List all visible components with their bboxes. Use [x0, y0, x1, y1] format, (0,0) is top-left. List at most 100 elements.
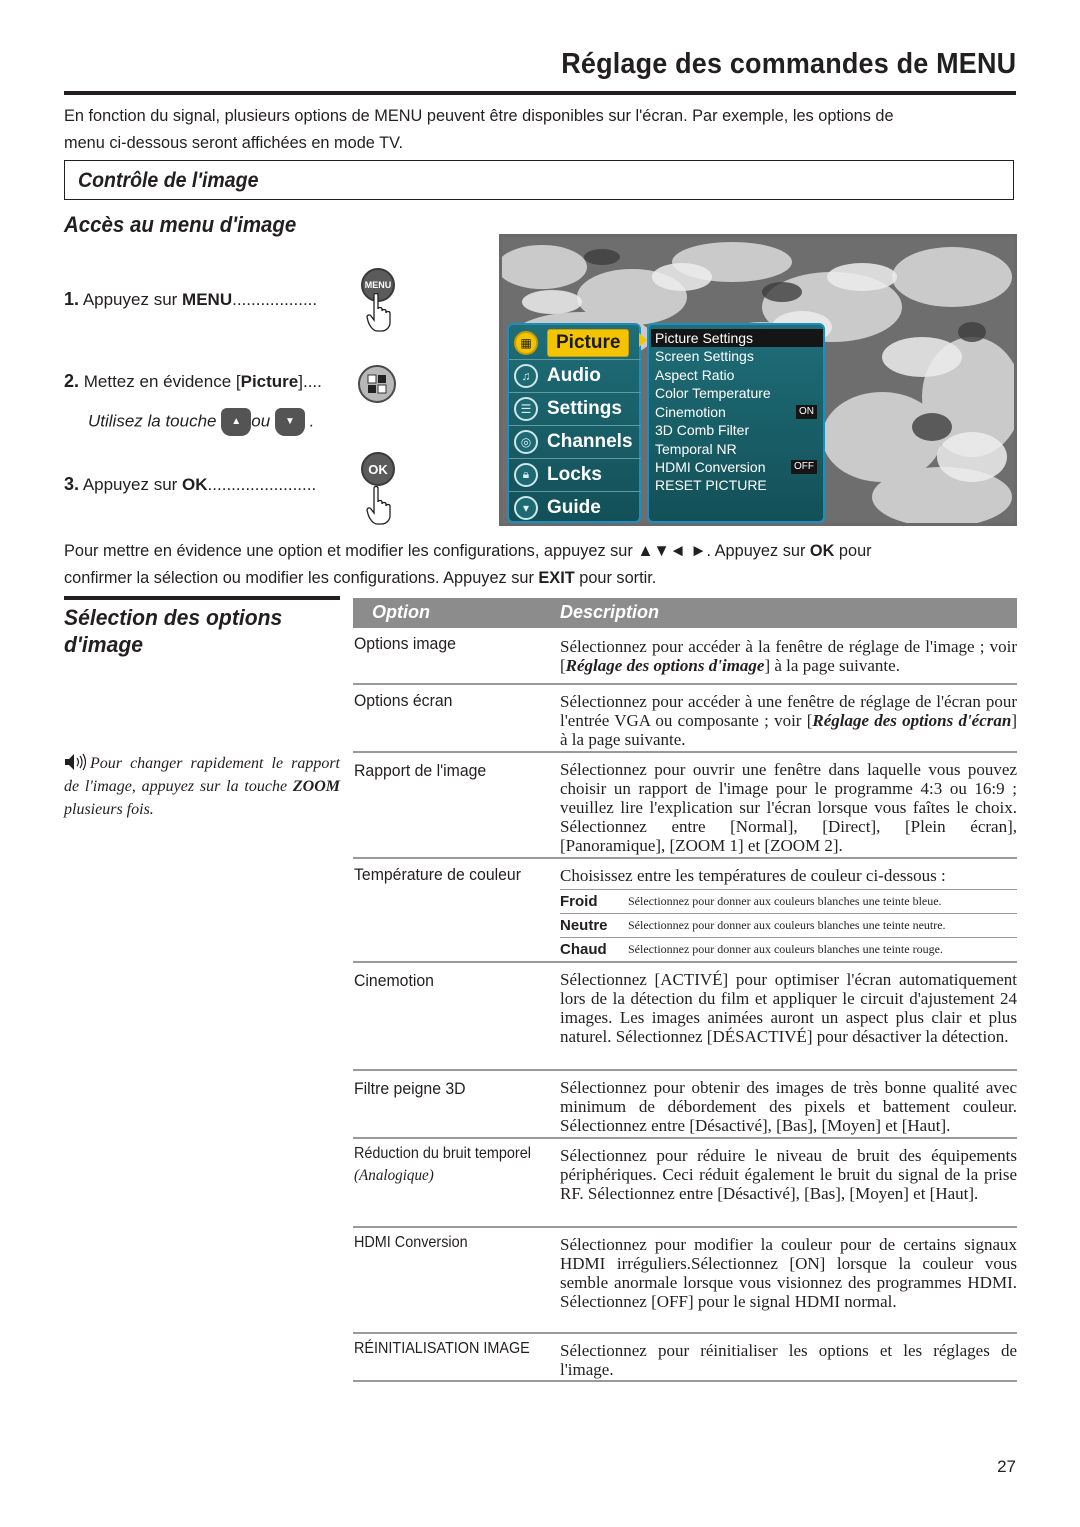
tv-submenu-item[interactable]: RESET PICTURE — [655, 476, 821, 494]
step-keyword: MENU — [182, 290, 233, 309]
tv-menu-item-guide[interactable]: ▾ Guide — [509, 491, 641, 523]
option-name: Rapport de l'image — [354, 761, 487, 780]
table-row: RÉINITIALISATION IMAGE Sélectionnez pour… — [353, 1334, 1017, 1382]
zoom-tip-note: Pour changer rapidement le rapport de l'… — [64, 752, 340, 821]
option-name: Température de couleur — [354, 865, 521, 884]
lock-icon: 🔒︎ — [514, 462, 538, 487]
pointing-hand-icon — [366, 486, 391, 525]
instruction-line: Pour mettre en évidence une option et mo… — [64, 537, 978, 564]
page-title: Réglage des commandes de MENU — [560, 48, 1016, 80]
step-number: 3. — [64, 474, 80, 494]
tv-submenu-item[interactable]: HDMI Conversion OFF — [655, 458, 821, 476]
tv-main-menu: ▦ Picture ♫ Audio ☰ Settings ◎ Channels … — [507, 323, 641, 523]
step-number: 1. — [64, 289, 80, 309]
picture-icon: ▦ — [514, 330, 538, 355]
pointing-hand-icon — [366, 293, 391, 332]
instruction-text: confirmer la sélection ou modifier les c… — [64, 568, 539, 587]
tv-menu-item-picture[interactable]: ▦ Picture — [509, 326, 641, 360]
step-1: 1. Appuyez sur MENU.................. — [64, 289, 317, 310]
color-temp-option: Neutre Sélectionnez pour donner aux coule… — [560, 913, 1017, 937]
step-text: Appuyez sur — [82, 290, 183, 309]
navigation-instructions: Pour mettre en évidence une option et mo… — [64, 537, 978, 591]
tv-menu-item-settings[interactable]: ☰ Settings — [509, 392, 641, 426]
guide-icon: ▾ — [514, 495, 538, 520]
hint-or: ou — [251, 411, 271, 431]
table-row: Options écran Sélectionnez pour accéder … — [353, 685, 1017, 753]
option-description: Sélectionnez pour modifier la couleur po… — [560, 1235, 1017, 1311]
tv-submenu-label: RESET PICTURE — [655, 477, 767, 493]
ok-button-icon: OK — [361, 452, 395, 486]
tv-submenu-label: Picture Settings — [655, 330, 754, 346]
instruction-text: Pour mettre en évidence une option et mo… — [64, 541, 810, 560]
navigation-button-icon — [358, 365, 396, 403]
title-divider — [64, 91, 1016, 95]
option-name: RÉINITIALISATION IMAGE — [354, 1340, 530, 1357]
audio-icon: ♫ — [514, 363, 538, 388]
option-name: HDMI Conversion — [354, 1234, 468, 1251]
tv-menu-item-label: Picture — [547, 328, 630, 357]
step-3: 3. Appuyez sur OK....................... — [64, 474, 316, 495]
table-header: Option Description — [353, 598, 1017, 628]
tv-submenu-item[interactable]: Color Temperature — [655, 384, 821, 402]
option-name: Options image — [354, 634, 456, 653]
tv-menu-item-label: Audio — [547, 364, 601, 386]
cross-reference: Réglage des options d'écran — [812, 711, 1012, 730]
step-text: Mettez en évidence [ — [83, 372, 241, 391]
tv-submenu-label: Aspect Ratio — [655, 367, 735, 383]
settings-icon: ☰ — [514, 396, 538, 421]
color-temp-option: Chaud Sélectionnez pour donner aux couleu… — [560, 937, 1017, 961]
section-title: Contrôle de l'image — [78, 169, 259, 192]
option-description: Sélectionnez pour accéder à une fenêtre … — [560, 685, 1017, 755]
table-row: Température de couleur Choisissez entre … — [353, 859, 1017, 963]
table-row: Options image Sélectionnez pour accéder … — [353, 628, 1017, 685]
color-temp-option: Froid Sélectionnez pour donner aux couleu… — [560, 889, 1017, 913]
options-table: Option Description Options image Sélecti… — [353, 598, 1017, 1382]
step-keyword: Picture — [240, 372, 299, 391]
selection-heading: Sélection des options d'image — [64, 605, 283, 657]
tv-submenu-item[interactable]: Aspect Ratio — [655, 366, 821, 384]
tv-submenu: Picture Settings Screen Settings Aspect … — [647, 323, 825, 523]
header-description: Description — [560, 602, 660, 622]
color-temp-name: Froid — [560, 893, 598, 910]
tv-submenu-label: 3D Comb Filter — [655, 422, 750, 438]
tv-submenu-item[interactable]: Cinemotion ON — [655, 403, 821, 421]
option-description: Sélectionnez pour ouvrir une fenêtre dan… — [560, 760, 1017, 855]
down-arrow-key-icon: ▼ — [274, 408, 305, 436]
tv-submenu-item[interactable]: 3D Comb Filter — [655, 421, 821, 439]
tv-menu-item-locks[interactable]: 🔒︎ Locks — [509, 458, 641, 492]
tv-menu-item-label: Locks — [547, 463, 602, 485]
tv-submenu-label: Cinemotion — [655, 404, 726, 420]
subsection-heading: Accès au menu d'image — [64, 212, 297, 237]
color-temp-name: Chaud — [560, 941, 607, 958]
tv-menu-item-label: Settings — [547, 397, 622, 419]
hint-end: . — [309, 411, 315, 431]
option-description: Sélectionnez pour obtenir des images de … — [560, 1078, 1017, 1135]
tv-menu-item-channels[interactable]: ◎ Channels — [509, 425, 641, 459]
option-description: Sélectionnez [ACTIVÉ] pour optimiser l'é… — [560, 970, 1017, 1046]
option-description: Choisissez entre les températures de cou… — [560, 866, 946, 885]
tv-submenu-item[interactable]: Picture Settings — [651, 329, 823, 347]
zoom-keyword: ZOOM — [292, 778, 340, 795]
step-dots: ....................... — [207, 475, 317, 494]
note-text: plusieurs fois. — [64, 801, 154, 818]
tv-submenu-item[interactable]: Temporal NR — [655, 440, 821, 458]
tv-menu-item-label: Channels — [547, 430, 633, 452]
description-text: ] à la page suivante. — [764, 656, 900, 675]
color-temp-desc: Sélectionnez pour donner aux couleurs bl… — [628, 918, 946, 932]
intro-paragraph: En fonction du signal, plusieurs options… — [64, 102, 978, 156]
step-keyword: OK — [182, 475, 208, 494]
table-row: Filtre peigne 3D Sélectionnez pour obten… — [353, 1071, 1017, 1139]
tv-submenu-item[interactable]: Screen Settings — [655, 347, 821, 365]
table-row: Cinemotion Sélectionnez [ACTIVÉ] pour op… — [353, 963, 1017, 1071]
exit-keyword: EXIT — [538, 568, 575, 587]
option-name: Filtre peigne 3D — [354, 1079, 466, 1098]
color-temp-desc: Sélectionnez pour donner aux couleurs bl… — [628, 942, 943, 956]
tv-menu-item-audio[interactable]: ♫ Audio — [509, 359, 641, 393]
tv-menu-item-label: Guide — [547, 496, 601, 518]
step-2-hint: Utilisez la touche ▲ ou ▼ . — [88, 408, 314, 436]
speaker-icon — [65, 753, 87, 771]
option-name: Réduction du bruit temporel (Analogique) — [354, 1145, 534, 1185]
header-option: Option — [372, 602, 430, 622]
cross-reference: Réglage des options d'image — [565, 656, 765, 675]
tv-menu-pointer-icon — [639, 333, 647, 347]
